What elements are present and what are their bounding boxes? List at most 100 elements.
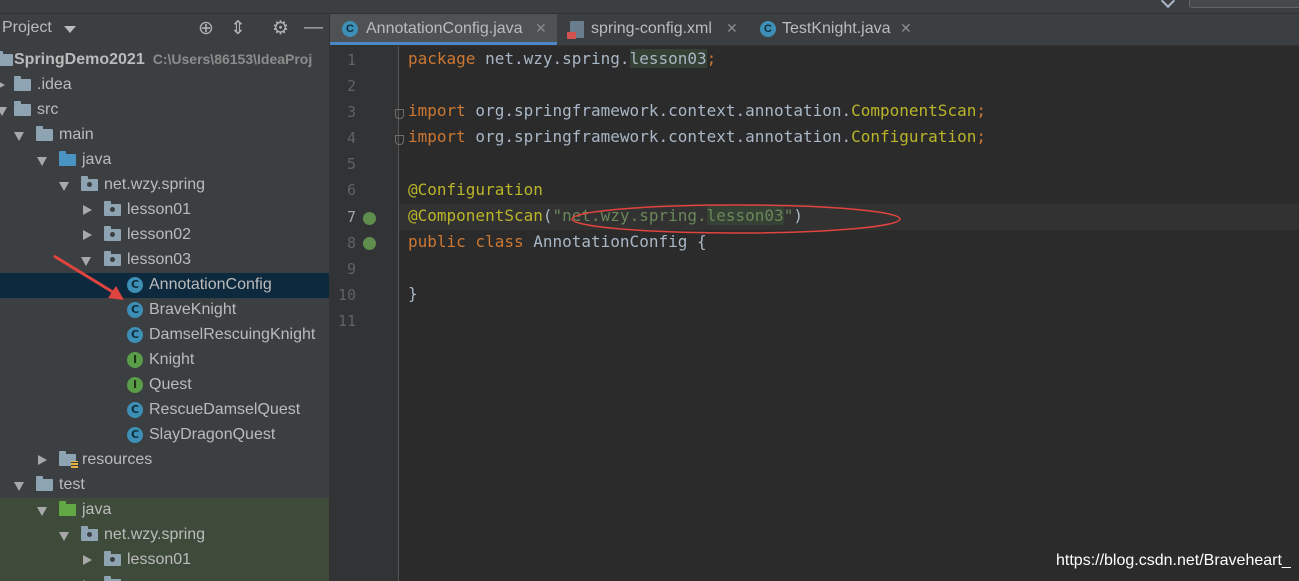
expand-arrow-icon[interactable] bbox=[83, 230, 92, 240]
tree-item-main[interactable]: main bbox=[0, 123, 329, 148]
interface-icon: I bbox=[127, 352, 143, 368]
tab-annotationconfig[interactable]: C AnnotationConfig.java ✕ bbox=[330, 14, 557, 45]
package-icon bbox=[81, 176, 98, 191]
folder-icon bbox=[14, 101, 31, 116]
red-annotation-ellipse bbox=[571, 204, 901, 234]
line-number: 1 bbox=[346, 51, 356, 69]
code-text: } bbox=[408, 284, 418, 303]
tree-item-java[interactable]: java bbox=[0, 148, 329, 173]
search-field[interactable] bbox=[1189, 0, 1299, 8]
gear-icon[interactable]: ⚙ bbox=[272, 17, 289, 40]
editor-tab-bar: C AnnotationConfig.java ✕ spring-config.… bbox=[330, 14, 1299, 46]
tree-item-label: Quest bbox=[149, 376, 192, 393]
fold-marker-icon[interactable] bbox=[395, 109, 404, 119]
keyword: class bbox=[465, 232, 524, 251]
expand-arrow-icon[interactable] bbox=[83, 205, 92, 215]
tree-item-lesson02[interactable]: lesson02 bbox=[0, 223, 329, 248]
locate-target-icon[interactable]: ⊕ bbox=[198, 17, 214, 40]
class-icon: C bbox=[127, 402, 143, 418]
expand-arrow-icon[interactable] bbox=[83, 555, 92, 565]
code-text: ; bbox=[976, 127, 986, 146]
tree-item-test-java[interactable]: java bbox=[0, 498, 329, 523]
tree-item-rescuedamselquest[interactable]: C RescueDamselQuest bbox=[0, 398, 329, 423]
tree-item-idea[interactable]: .idea bbox=[0, 73, 329, 98]
line-number: 7 bbox=[346, 208, 356, 226]
tree-item-label: src bbox=[37, 101, 59, 118]
tree-item-braveknight[interactable]: C BraveKnight bbox=[0, 298, 329, 323]
close-icon[interactable]: ✕ bbox=[900, 20, 912, 37]
line-number: 2 bbox=[346, 77, 356, 95]
tree-item-damselrescuingknight[interactable]: C DamselRescuingKnight bbox=[0, 323, 329, 348]
class-icon: C bbox=[127, 302, 143, 318]
spring-bean-search-icon[interactable] bbox=[363, 212, 376, 225]
fold-marker-icon[interactable] bbox=[395, 135, 404, 145]
collapse-arrow-icon[interactable] bbox=[37, 507, 47, 516]
collapse-all-icon[interactable]: ⇕ bbox=[230, 17, 246, 40]
class-icon: C bbox=[127, 327, 143, 343]
tree-item-lesson01[interactable]: lesson01 bbox=[0, 198, 329, 223]
line-number: 8 bbox=[346, 234, 356, 252]
tree-item-annotationconfig[interactable]: C AnnotationConfig bbox=[0, 273, 329, 298]
tree-item-label: java bbox=[82, 151, 112, 168]
tree-item-project-root[interactable]: SpringDemo2021 C:\Users\86153\IdeaProj bbox=[0, 48, 329, 73]
tree-item-label: RescueDamselQuest bbox=[149, 401, 301, 418]
collapse-arrow-icon[interactable] bbox=[0, 107, 7, 116]
window-top-strip bbox=[0, 0, 1299, 14]
collapse-arrow-icon[interactable] bbox=[14, 132, 24, 141]
chevron-down-icon[interactable] bbox=[1160, 0, 1176, 9]
annotation: @ComponentScan bbox=[408, 206, 543, 225]
project-folder-icon bbox=[0, 51, 13, 66]
editor-area: C AnnotationConfig.java ✕ spring-config.… bbox=[330, 14, 1299, 581]
tree-item-lesson03[interactable]: lesson03 bbox=[0, 248, 329, 273]
view-selector-caret-icon[interactable] bbox=[64, 26, 76, 33]
keyword: import bbox=[408, 101, 466, 120]
line-number-gutter: 1 2 3 4 5 6 7 8 9 10 11 bbox=[330, 46, 404, 581]
tab-testknight[interactable]: C TestKnight.java ✕ bbox=[748, 14, 921, 45]
folder-icon bbox=[36, 476, 53, 491]
collapse-arrow-icon[interactable] bbox=[59, 532, 69, 541]
tab-label: spring-config.xml bbox=[591, 20, 712, 37]
code-text: ( bbox=[542, 206, 553, 225]
tree-item-label: lesson02 bbox=[127, 226, 192, 243]
tree-item-label: main bbox=[59, 126, 94, 143]
line-number: 11 bbox=[337, 312, 356, 330]
keyword: package bbox=[408, 49, 476, 68]
close-icon[interactable]: ✕ bbox=[535, 20, 547, 37]
tree-item-knight[interactable]: I Knight bbox=[0, 348, 329, 373]
close-icon[interactable]: ✕ bbox=[726, 20, 738, 37]
project-panel-title[interactable]: Project bbox=[2, 19, 52, 37]
collapse-arrow-icon[interactable] bbox=[59, 182, 69, 191]
tree-item-partial[interactable] bbox=[0, 573, 329, 581]
tree-item-resources[interactable]: resources bbox=[0, 448, 329, 473]
tree-item-label: lesson03 bbox=[127, 251, 192, 268]
tree-item-test[interactable]: test bbox=[0, 473, 329, 498]
collapse-arrow-icon[interactable] bbox=[37, 157, 47, 166]
tree-item-label: DamselRescuingKnight bbox=[149, 326, 316, 343]
tree-item-test-lesson01[interactable]: lesson01 bbox=[0, 548, 329, 573]
tree-item-label: test bbox=[59, 476, 85, 493]
tree-item-slaydragonquest[interactable]: C SlayDragonQuest bbox=[0, 423, 329, 448]
keyword: import bbox=[408, 127, 466, 146]
tree-item-quest[interactable]: I Quest bbox=[0, 373, 329, 398]
tree-item-test-package[interactable]: net.wzy.spring bbox=[0, 523, 329, 548]
code-text: ComponentScan bbox=[851, 101, 977, 120]
project-root-path: C:\Users\86153\IdeaProj bbox=[152, 51, 313, 67]
code-text: ; bbox=[706, 49, 717, 68]
expand-arrow-icon[interactable] bbox=[38, 455, 47, 465]
line-number: 3 bbox=[346, 103, 356, 121]
hide-panel-icon[interactable]: — bbox=[304, 17, 323, 39]
tree-item-label: java bbox=[82, 501, 112, 518]
line-number: 5 bbox=[346, 155, 356, 173]
expand-arrow-icon[interactable] bbox=[0, 80, 5, 90]
folder-icon bbox=[36, 126, 53, 141]
red-annotation-arrow bbox=[53, 254, 124, 300]
package-icon bbox=[104, 226, 121, 241]
tree-item-src[interactable]: src bbox=[0, 98, 329, 123]
collapse-arrow-icon[interactable] bbox=[14, 482, 24, 491]
tree-item-package[interactable]: net.wzy.spring bbox=[0, 173, 329, 198]
class-icon: C bbox=[760, 21, 776, 37]
keyword: public bbox=[408, 232, 466, 251]
spring-bean-icon[interactable] bbox=[363, 237, 376, 250]
tab-spring-config[interactable]: spring-config.xml ✕ bbox=[558, 14, 746, 45]
code-text: org.springframework.context.annotation. bbox=[465, 127, 852, 146]
